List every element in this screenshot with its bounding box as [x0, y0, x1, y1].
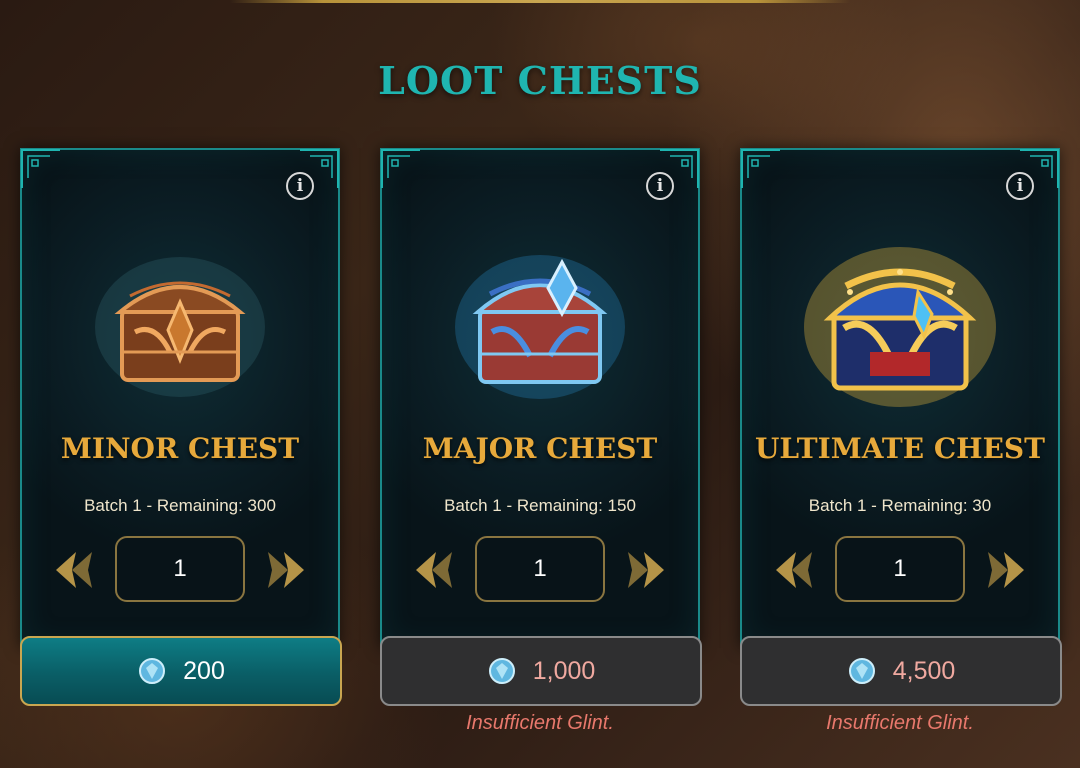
quantity-input[interactable]: 1 [835, 536, 965, 602]
buy-major-chest-button[interactable]: 1,000 [380, 636, 702, 706]
price-amount: 200 [183, 656, 225, 685]
insufficient-warning: Insufficient Glint. [466, 712, 614, 734]
chest-name: MINOR CHEST [60, 432, 300, 465]
batch-remaining: Batch 1 - Remaining: 150 [444, 496, 636, 515]
info-button[interactable]: i [646, 172, 674, 200]
quantity-stepper: 1 [742, 536, 1058, 604]
info-icon: i [656, 175, 664, 196]
price-amount: 4,500 [892, 656, 956, 685]
corner-ornament [381, 149, 420, 188]
batch-remaining: Batch 1 - Remaining: 300 [84, 496, 276, 515]
info-icon: i [296, 175, 304, 196]
price-amount: 1,000 [532, 656, 596, 685]
increase-quantity-button[interactable] [624, 548, 668, 592]
major-chest-card: i MAJOR CHEST Batch 1 - Remaining: 150 1 [380, 148, 700, 648]
buy-ultimate-chest-button[interactable]: 4,500 [740, 636, 1062, 706]
quantity-input[interactable]: 1 [115, 536, 245, 602]
ultimate-chest-card: i ULTIMATE CHEST Batch 1 - Remaining: 30… [740, 148, 1060, 648]
chest-name: MAJOR CHEST [422, 432, 658, 465]
decrease-quantity-button[interactable] [772, 548, 816, 592]
quantity-stepper: 1 [22, 536, 338, 604]
glint-gem-icon [488, 658, 515, 684]
info-button[interactable]: i [1006, 172, 1034, 200]
info-button[interactable]: i [286, 172, 314, 200]
decrease-quantity-button[interactable] [52, 548, 96, 592]
glint-gem-icon [848, 658, 875, 684]
minor-chest-image [95, 257, 265, 397]
quantity-stepper: 1 [382, 536, 698, 604]
decrease-quantity-button[interactable] [412, 548, 456, 592]
glint-gem-icon [139, 658, 166, 684]
info-icon: i [1016, 175, 1024, 196]
chest-name: ULTIMATE CHEST [754, 432, 1045, 465]
insufficient-warning: Insufficient Glint. [826, 712, 974, 734]
corner-ornament [741, 149, 780, 188]
corner-ornament [21, 149, 60, 188]
buy-minor-chest-button[interactable]: 200 [20, 636, 342, 706]
batch-remaining: Batch 1 - Remaining: 30 [808, 496, 992, 515]
top-divider [230, 0, 850, 3]
minor-chest-card: i MINOR CHEST Batch 1 - Remaining: 300 1 [20, 148, 340, 648]
increase-quantity-button[interactable] [264, 548, 308, 592]
quantity-input[interactable]: 1 [475, 536, 605, 602]
increase-quantity-button[interactable] [984, 548, 1028, 592]
major-chest-image [455, 255, 625, 399]
page-title: LOOT CHESTS [378, 58, 702, 103]
ultimate-chest-image [804, 247, 996, 407]
